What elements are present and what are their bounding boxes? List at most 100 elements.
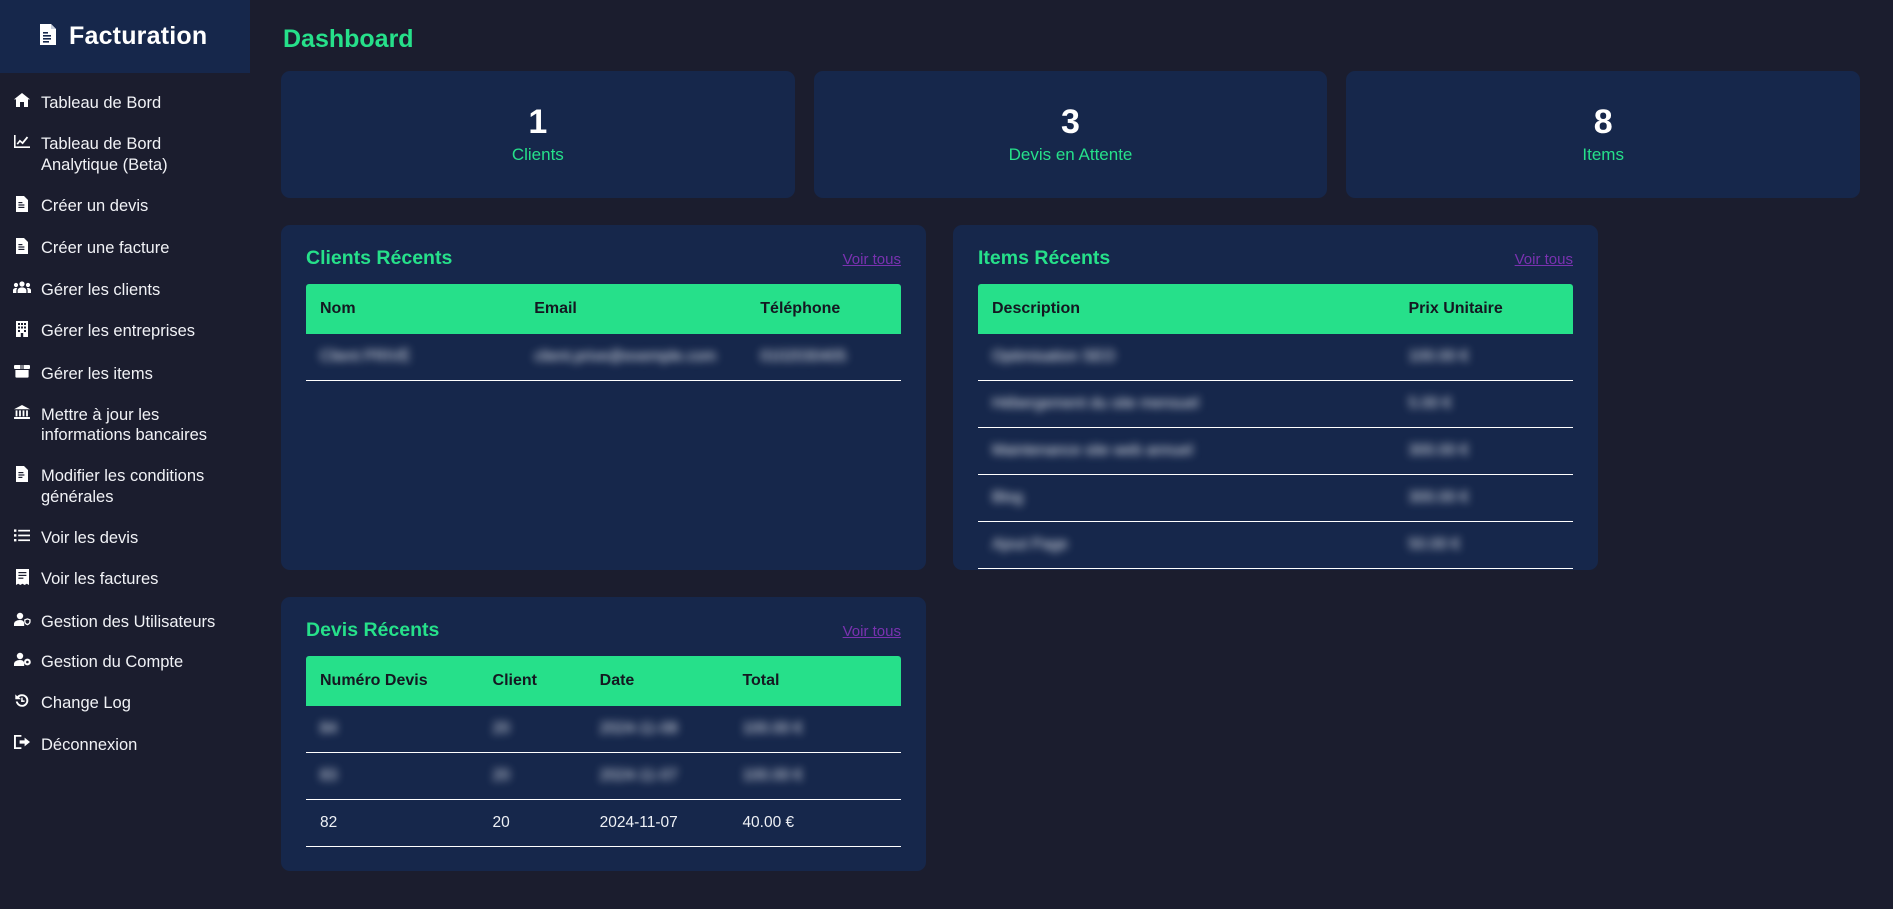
column-header-email[interactable]: Email <box>520 284 747 334</box>
panel-title: Items Récents <box>978 247 1111 269</box>
cell-description: Blog <box>978 474 1395 522</box>
table-row[interactable]: 84 20 2024-11-08 100.00 € <box>306 706 901 753</box>
stat-cards: 1 Clients 3 Devis en Attente 8 Items <box>281 71 1861 198</box>
stat-card-clients[interactable]: 1 Clients <box>281 71 795 198</box>
sidebar-item-voir-les-factures[interactable]: Voir les factures <box>0 559 250 601</box>
sidebar-item-label: Créer une facture <box>41 239 170 258</box>
logout-icon <box>12 734 32 755</box>
table-row[interactable]: Ajout Page 50.00 € <box>978 521 1573 569</box>
sidebar-item-gestion-des-utilisateurs[interactable]: Gestion des Utilisateurs <box>0 602 250 643</box>
stat-label: Devis en Attente <box>1008 144 1133 164</box>
cell-total: 40.00 € <box>728 799 901 847</box>
column-header-total[interactable]: Total <box>728 656 901 706</box>
cell-telephone: 0102030405 <box>746 334 901 381</box>
chart-line-icon <box>12 134 32 154</box>
table-row[interactable]: Hébergement du site mensuel 5.00 € <box>978 380 1573 428</box>
table-row[interactable]: Blog 300.00 € <box>978 474 1573 522</box>
panel-title: Devis Récents <box>306 619 440 641</box>
sidebar-item-conditions-generales[interactable]: Modifier les conditions générales <box>0 456 250 518</box>
stat-label: Clients <box>511 144 564 164</box>
sidebar-item-gerer-les-entreprises[interactable]: Gérer les entreprises <box>0 311 250 353</box>
sidebar-item-informations-bancaires[interactable]: Mettre à jour les informations bancaires <box>0 395 250 457</box>
sidebar-item-label: Voir les factures <box>41 570 159 589</box>
cell-client: 20 <box>478 752 586 800</box>
stat-card-items[interactable]: 8 Items <box>1346 71 1861 198</box>
cell-total: 100.00 € <box>728 752 901 800</box>
cell-date: 2024-11-07 <box>585 752 729 800</box>
panel-header: Clients Récents Voir tous <box>306 247 901 270</box>
cell-date: 2024-11-08 <box>585 706 729 753</box>
panel-devis-recents: Devis Récents Voir tous Numéro Devis Cli… <box>281 597 926 871</box>
cell-prix-unitaire: 100.00 € <box>1394 334 1573 381</box>
sidebar-item-label: Voir les devis <box>41 529 139 548</box>
sidebar: Facturation Tableau de Bord Tableau de B… <box>0 0 250 909</box>
users-icon <box>12 280 32 300</box>
receipt-icon <box>12 569 32 591</box>
devis-table: Numéro Devis Client Date Total 84 20 202… <box>306 656 901 847</box>
column-header-telephone[interactable]: Téléphone <box>746 284 901 334</box>
column-header-client[interactable]: Client <box>478 656 586 706</box>
column-header-nom[interactable]: Nom <box>306 284 521 334</box>
table-row[interactable]: Optimisation SEO 100.00 € <box>978 334 1573 381</box>
see-all-items-link[interactable]: Voir tous <box>1515 251 1573 268</box>
cell-numero-devis: 84 <box>306 706 479 753</box>
column-header-date[interactable]: Date <box>585 656 729 706</box>
table-row[interactable]: Maintenance site web annuel 300.00 € <box>978 427 1573 475</box>
stat-label: Items <box>1582 144 1624 164</box>
cell-prix-unitaire: 300.00 € <box>1394 474 1573 522</box>
sidebar-item-label: Change Log <box>41 694 131 713</box>
document-invoice-icon <box>38 23 58 50</box>
sidebar-item-gestion-du-compte[interactable]: Gestion du Compte <box>0 642 250 683</box>
sidebar-item-label: Tableau de Bord Analytique (Beta) <box>41 134 168 174</box>
stat-card-devis-en-attente[interactable]: 3 Devis en Attente <box>813 71 1328 198</box>
sidebar-item-creer-une-facture[interactable]: Créer une facture <box>0 228 250 270</box>
bank-icon <box>12 404 32 425</box>
page-title: Dashboard <box>283 25 414 53</box>
sidebar-item-label: Gestion des Utilisateurs <box>41 612 216 631</box>
panels-row-top: Clients Récents Voir tous Nom Email Télé… <box>281 225 1860 570</box>
cell-description: Ajout Page <box>978 521 1395 569</box>
panels-row-bottom: Devis Récents Voir tous Numéro Devis Cli… <box>281 597 1860 871</box>
list-icon <box>12 528 32 548</box>
column-header-numero-devis[interactable]: Numéro Devis <box>306 656 479 706</box>
user-shield-icon <box>12 612 32 632</box>
table-body: 84 20 2024-11-08 100.00 € 83 20 2024-11-… <box>306 706 901 847</box>
see-all-clients-link[interactable]: Voir tous <box>843 251 901 268</box>
table-row[interactable]: 82 20 2024-11-07 40.00 € <box>306 799 901 847</box>
column-header-description[interactable]: Description <box>978 284 1395 334</box>
sidebar-item-voir-les-devis[interactable]: Voir les devis <box>0 518 250 559</box>
column-header-prix-unitaire[interactable]: Prix Unitaire <box>1394 284 1573 334</box>
cell-nom: Client PRIVÉ <box>306 334 521 381</box>
sidebar-item-label: Gérer les clients <box>41 281 161 300</box>
table-header: Description Prix Unitaire <box>978 284 1573 334</box>
main-content: Dashboard 1 Clients 3 Devis en Attente 8… <box>250 0 1893 909</box>
panel-clients-recents: Clients Récents Voir tous Nom Email Télé… <box>281 225 926 570</box>
table-row[interactable]: Client PRIVÉ client.prive@exemple.com 01… <box>306 334 901 381</box>
panel-items-recents: Items Récents Voir tous Description Prix… <box>953 225 1598 570</box>
table-header-row: Numéro Devis Client Date Total <box>306 656 901 706</box>
box-icon <box>12 363 32 384</box>
file-text-icon <box>12 195 32 218</box>
sidebar-item-change-log[interactable]: Change Log <box>0 683 250 724</box>
sidebar-item-tableau-analytique[interactable]: Tableau de Bord Analytique (Beta) <box>0 124 250 186</box>
table-row[interactable]: 83 20 2024-11-07 100.00 € <box>306 752 901 800</box>
cell-email: client.prive@exemple.com <box>520 334 747 381</box>
sidebar-item-label: Créer un devis <box>41 196 149 215</box>
see-all-devis-link[interactable]: Voir tous <box>843 623 901 640</box>
sidebar-item-gerer-les-clients[interactable]: Gérer les clients <box>0 270 250 311</box>
items-table: Description Prix Unitaire Optimisation S… <box>978 284 1573 569</box>
sidebar-item-deconnexion[interactable]: Déconnexion <box>0 725 250 766</box>
sidebar-item-label: Gérer les entreprises <box>41 322 196 341</box>
cell-prix-unitaire: 5.00 € <box>1394 380 1573 428</box>
clients-table: Nom Email Téléphone Client PRIVÉ client.… <box>306 284 901 381</box>
sidebar-item-gerer-les-items[interactable]: Gérer les items <box>0 354 250 395</box>
table-body: Client PRIVÉ client.prive@exemple.com 01… <box>306 334 901 381</box>
panel-header: Items Récents Voir tous <box>978 247 1573 270</box>
table-body: Optimisation SEO 100.00 € Hébergement du… <box>978 334 1573 569</box>
file-edit-icon <box>12 466 32 488</box>
sidebar-item-tableau-de-bord[interactable]: Tableau de Bord <box>0 83 250 124</box>
sidebar-item-label: Tableau de Bord <box>41 94 162 112</box>
sidebar-item-label: Modifier les conditions générales <box>41 467 205 507</box>
sidebar-item-creer-un-devis[interactable]: Créer un devis <box>0 186 250 228</box>
stat-value: 8 <box>1593 102 1613 141</box>
